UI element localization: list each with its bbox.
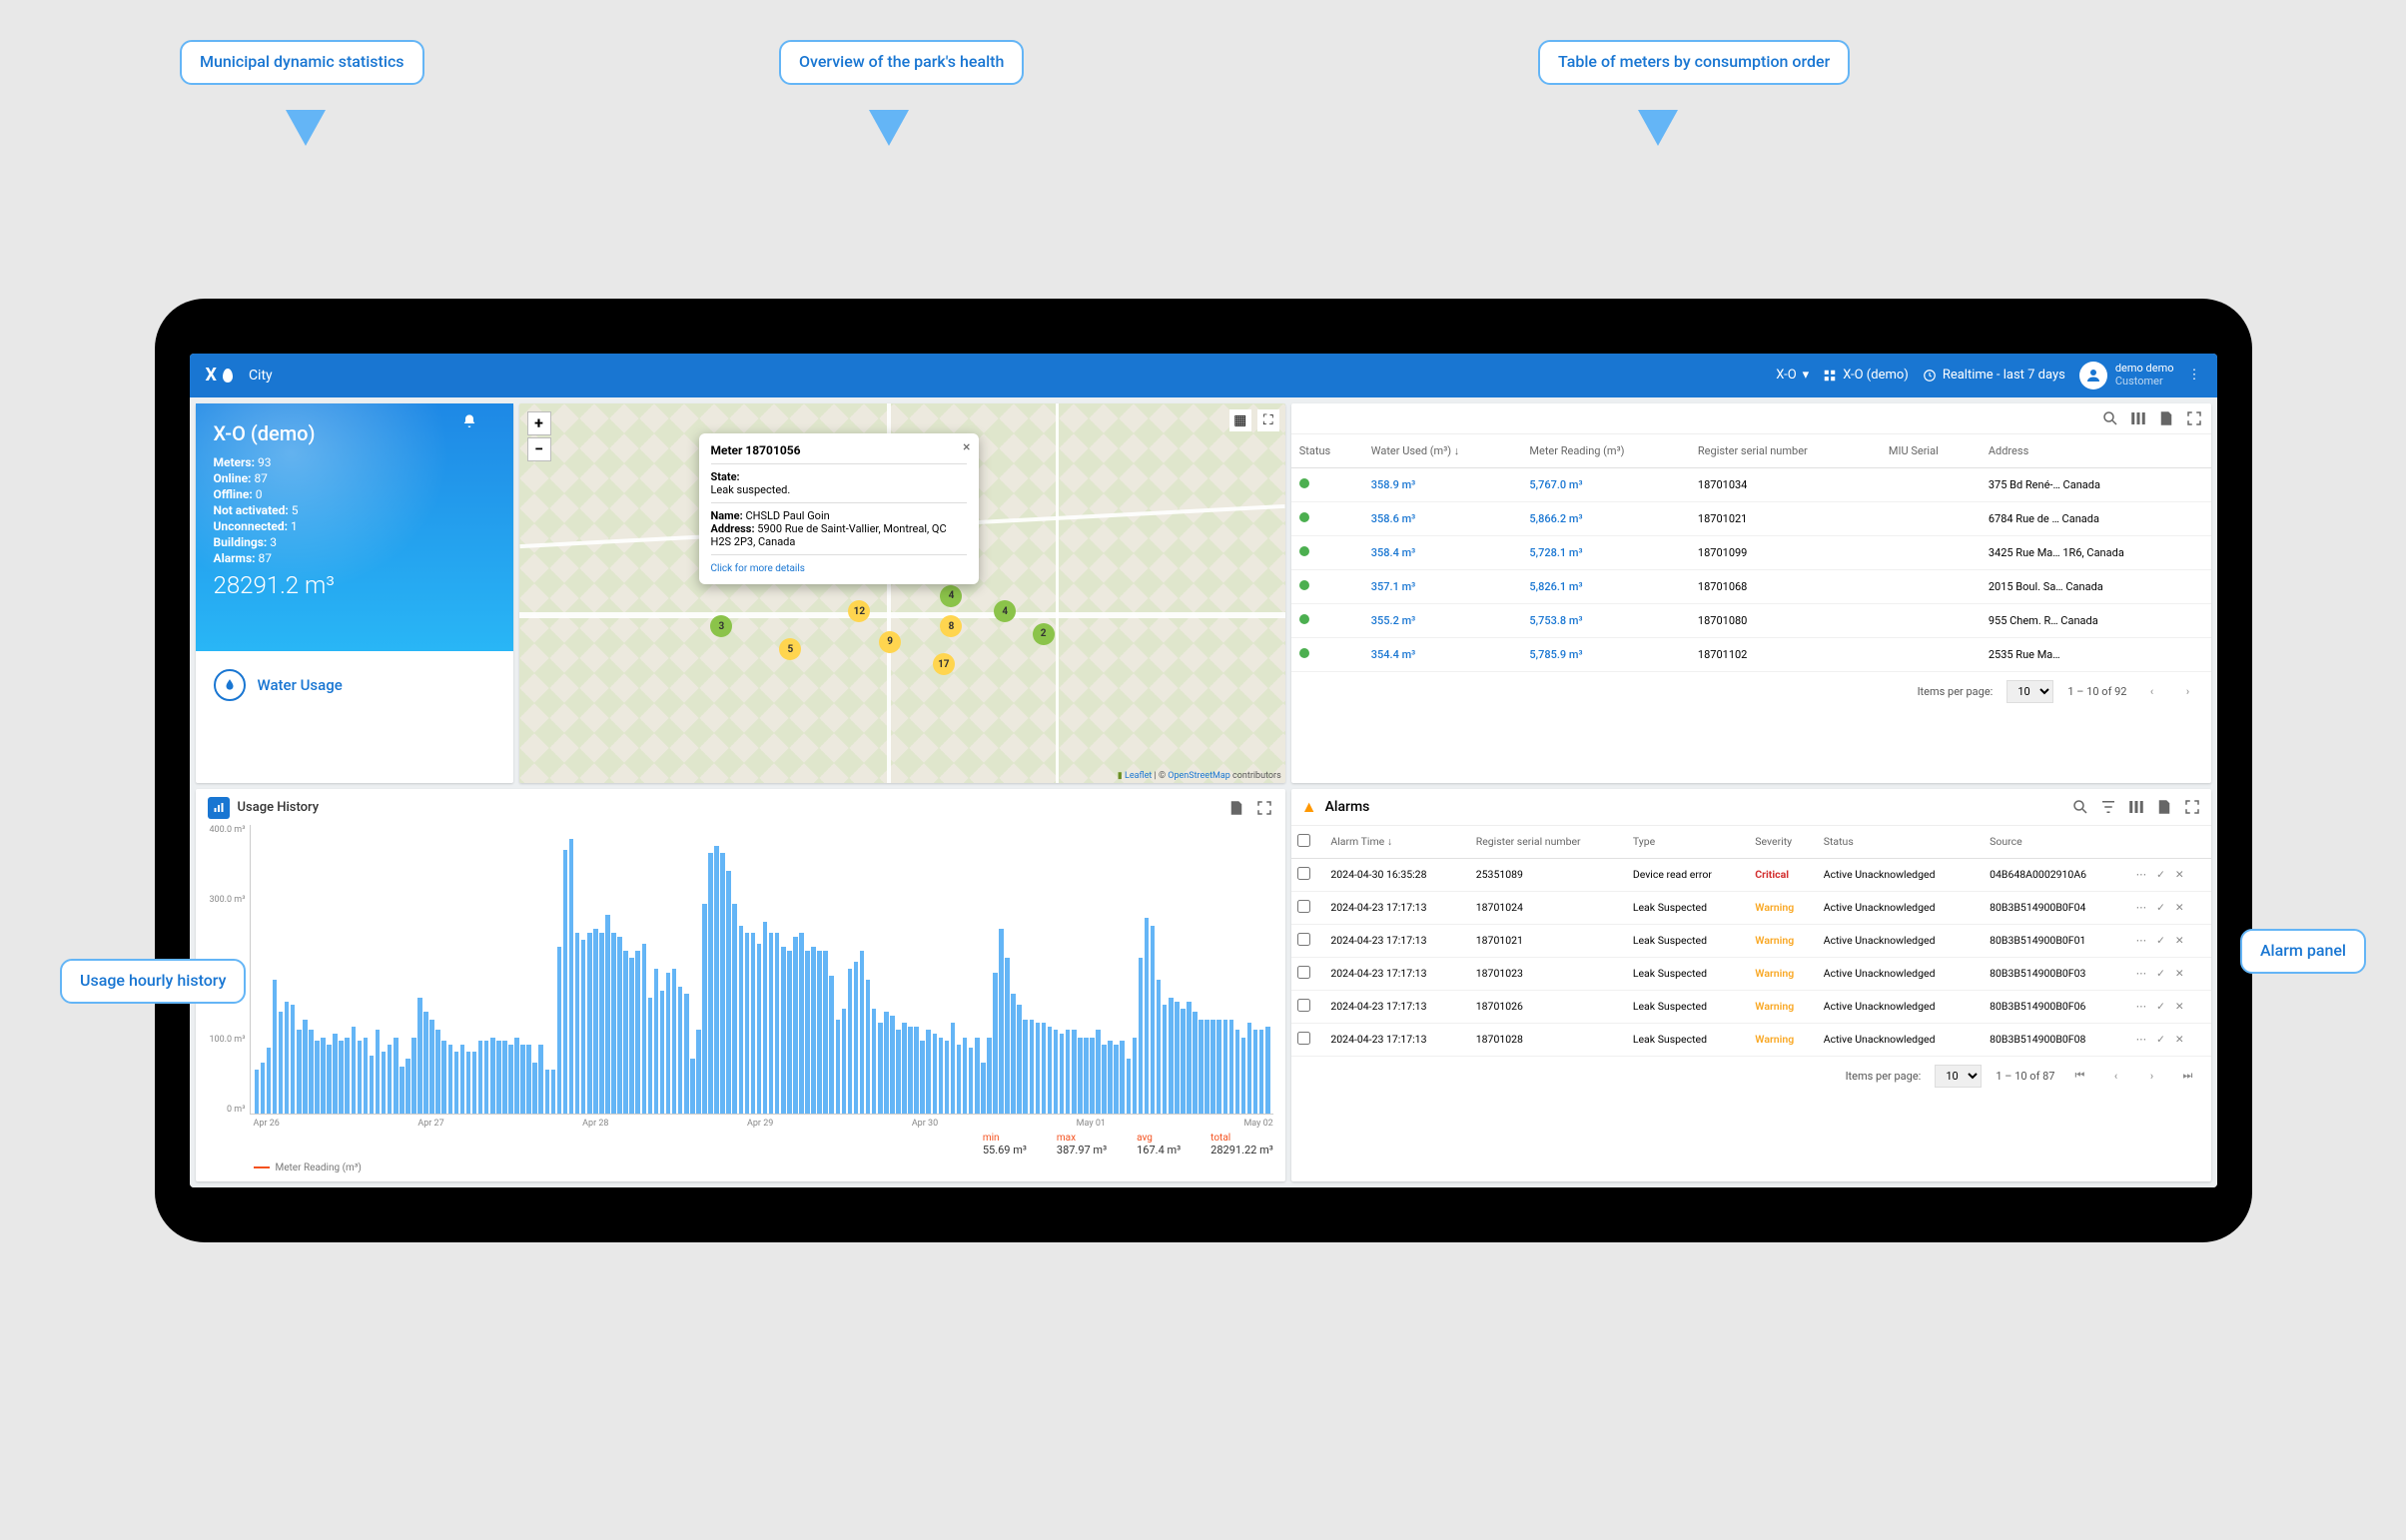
map-panel[interactable]: + − ▦ ⛶ 3 5 12 9 4 8 17 4 2 × Meter 1870…	[519, 403, 1285, 783]
alarm-row[interactable]: 2024-04-23 17:17:1318701024Leak Suspecte…	[1291, 891, 2211, 924]
alarms-last[interactable]: ⏭	[2177, 1065, 2199, 1087]
alarms-search-icon[interactable]	[2071, 798, 2089, 816]
dashboard-icon	[1823, 369, 1837, 383]
alarms-prev[interactable]: ‹	[2105, 1065, 2127, 1087]
meter-row[interactable]: 357.1 m³5,826.1 m³187010682015 Boul. Sa……	[1291, 569, 2211, 603]
alarm-row[interactable]: 2024-04-23 17:17:1318701021Leak Suspecte…	[1291, 924, 2211, 957]
breadcrumb[interactable]: City	[249, 368, 273, 384]
ack-icon[interactable]: ✓	[2156, 1033, 2165, 1046]
meter-row[interactable]: 358.4 m³5,728.1 m³187010993425 Rue Ma… 1…	[1291, 535, 2211, 569]
search-icon[interactable]	[2101, 409, 2119, 427]
callout-meters-arrow	[1638, 110, 1678, 146]
fullscreen-icon[interactable]	[2185, 409, 2203, 427]
ack-icon[interactable]: ✓	[2156, 868, 2165, 881]
alarm-row[interactable]: 2024-04-23 17:17:1318701023Leak Suspecte…	[1291, 957, 2211, 990]
water-drop-icon	[214, 669, 246, 701]
callout-map: Overview of the park's health	[779, 40, 1024, 85]
download-icon[interactable]	[487, 413, 503, 433]
chart-icon	[208, 797, 230, 819]
org-selector[interactable]: X-O▾	[1776, 368, 1809, 383]
map-attribution: ▮ Leaflet | © OpenStreetMap contributors	[1118, 771, 1281, 781]
callout-map-arrow	[869, 110, 909, 146]
alarms-next[interactable]: ›	[2141, 1065, 2163, 1087]
clear-icon[interactable]: ✕	[2175, 934, 2184, 947]
meters-ipp-select[interactable]: 10	[2006, 680, 2053, 703]
clear-icon[interactable]: ✕	[2175, 967, 2184, 980]
user-menu[interactable]: demo demoCustomer	[2079, 362, 2174, 389]
ack-icon[interactable]: ✓	[2156, 934, 2165, 947]
more-icon[interactable]: ⋯	[2136, 967, 2147, 980]
callout-stats-arrow	[286, 110, 326, 146]
callout-usage: Usage hourly history	[60, 959, 246, 1004]
alarm-row[interactable]: 2024-04-23 17:17:1318701028Leak Suspecte…	[1291, 1023, 2211, 1056]
usage-export-icon[interactable]	[1227, 799, 1245, 817]
brand-logo[interactable]: X	[206, 365, 233, 385]
more-icon[interactable]: ⋯	[2136, 1000, 2147, 1013]
alarms-ipp-select[interactable]: 10	[1935, 1065, 1982, 1088]
callout-stats: Municipal dynamic statistics	[180, 40, 424, 85]
more-menu[interactable]: ⋮	[2188, 368, 2201, 383]
clear-icon[interactable]: ✕	[2175, 868, 2184, 881]
header: X City X-O▾ X-O (demo) Realtime - last 7…	[190, 354, 2217, 397]
alarms-select-all[interactable]	[1297, 834, 1310, 847]
drop-icon	[223, 369, 233, 383]
ack-icon[interactable]: ✓	[2156, 901, 2165, 914]
meters-panel: Status Water Used (m³) ↓ Meter Reading (…	[1291, 403, 2211, 783]
alarms-fullscreen-icon[interactable]	[2183, 798, 2201, 816]
meter-row[interactable]: 358.9 m³5,767.0 m³18701034375 Bd René-… …	[1291, 467, 2211, 501]
columns-icon[interactable]	[2129, 409, 2147, 427]
meter-row[interactable]: 354.4 m³5,785.9 m³187011022535 Rue Ma…	[1291, 637, 2211, 671]
meters-next[interactable]: ›	[2177, 680, 2199, 702]
meter-row[interactable]: 355.2 m³5,753.8 m³18701080955 Chem. R… C…	[1291, 603, 2211, 637]
map-layers-icon[interactable]: ▦	[1229, 409, 1251, 431]
avatar-icon	[2079, 362, 2107, 389]
ack-icon[interactable]: ✓	[2156, 1000, 2165, 1013]
clock-icon	[1923, 369, 1937, 383]
brand-text: X	[206, 365, 217, 385]
ack-icon[interactable]: ✓	[2156, 967, 2165, 980]
map-fullscreen-icon[interactable]: ⛶	[1257, 409, 1279, 431]
alarms-export-icon[interactable]	[2155, 798, 2173, 816]
clear-icon[interactable]: ✕	[2175, 901, 2184, 914]
usage-fullscreen-icon[interactable]	[1255, 799, 1273, 817]
warning-icon: ▲	[1301, 797, 1317, 817]
stats-title: X-O (demo)	[214, 421, 495, 445]
alarm-row[interactable]: 2024-04-30 16:35:2825351089Device read e…	[1291, 858, 2211, 891]
clear-icon[interactable]: ✕	[2175, 1033, 2184, 1046]
water-usage-section[interactable]: Water Usage	[196, 651, 513, 719]
alarm-row[interactable]: 2024-04-23 17:17:1318701026Leak Suspecte…	[1291, 990, 2211, 1023]
more-icon[interactable]: ⋯	[2136, 901, 2147, 914]
alarms-first[interactable]: ⏮	[2069, 1065, 2091, 1087]
stats-panel: X-O (demo) Meters: 93 Online: 87 Offline…	[196, 403, 513, 783]
usage-panel: Usage History 400.0 m³300.0 m³200.0 m³10…	[196, 789, 1285, 1181]
app-screen: X City X-O▾ X-O (demo) Realtime - last 7…	[190, 354, 2217, 1187]
zoom-in[interactable]: +	[527, 411, 551, 435]
more-icon[interactable]: ⋯	[2136, 1033, 2147, 1046]
tablet-frame: X City X-O▾ X-O (demo) Realtime - last 7…	[155, 299, 2252, 1242]
timerange-selector[interactable]: Realtime - last 7 days	[1923, 368, 2065, 383]
alarms-columns-icon[interactable]	[2127, 798, 2145, 816]
alarms-filter-icon[interactable]	[2099, 798, 2117, 816]
popup-more-link[interactable]: Click for more details	[711, 563, 805, 574]
clear-icon[interactable]: ✕	[2175, 1000, 2184, 1013]
callout-meters: Table of meters by consumption order	[1538, 40, 1850, 85]
meter-row[interactable]: 358.6 m³5,866.2 m³187010216784 Rue de … …	[1291, 501, 2211, 535]
zoom-out[interactable]: −	[527, 437, 551, 461]
callout-alarms: Alarm panel	[2240, 929, 2366, 974]
more-icon[interactable]: ⋯	[2136, 934, 2147, 947]
more-icon[interactable]: ⋯	[2136, 868, 2147, 881]
map-popup: × Meter 18701056 State: Leak suspected. …	[699, 433, 979, 584]
stats-total: 28291.2 m³	[214, 571, 495, 599]
export-icon[interactable]	[2157, 409, 2175, 427]
dashboard-selector[interactable]: X-O (demo)	[1823, 368, 1909, 383]
popup-close[interactable]: ×	[963, 439, 970, 455]
bell-icon[interactable]	[461, 413, 477, 433]
alarms-panel: ▲ Alarms Alarm Time ↓ Register serial nu…	[1291, 789, 2211, 1181]
meters-prev[interactable]: ‹	[2141, 680, 2163, 702]
